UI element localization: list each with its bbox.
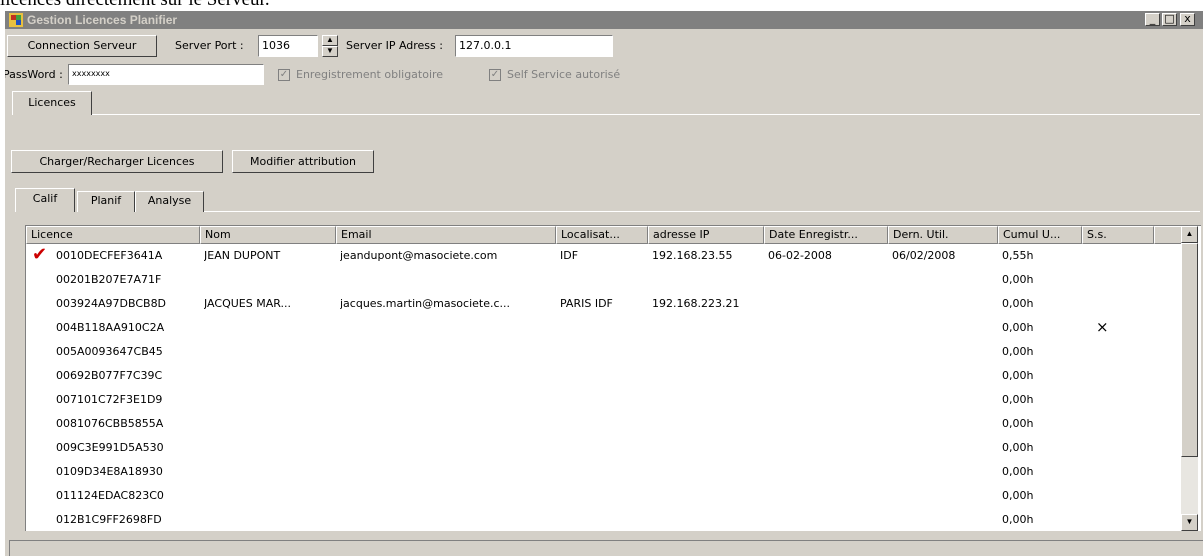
cell-licence: 0109D34E8A18930 [56, 465, 163, 478]
document-text-line: licences directement sur le Serveur. [0, 0, 270, 10]
maximize-button[interactable]: □ [1162, 13, 1177, 26]
tab-planif[interactable]: Planif [77, 191, 135, 212]
table-row[interactable]: 009C3E991D5A530 0,00h [26, 438, 1180, 458]
column-header[interactable]: Email [336, 226, 556, 244]
cell-cumul: 0,00h [1002, 369, 1034, 382]
cell-email: jacques.martin@masociete.c... [340, 297, 511, 310]
cell-ss: × [1096, 318, 1109, 336]
app-icon [9, 13, 23, 27]
password-input[interactable]: xxxxxxxx [68, 64, 264, 85]
password-label: PassWord : [4, 68, 63, 81]
table-row[interactable]: 012B1C9FF2698FD 0,00h [26, 510, 1180, 530]
cell-licence: 005A0093647CB45 [56, 345, 163, 358]
table-row[interactable]: 00692B077F7C39C 0,00h [26, 366, 1180, 386]
window-title: Gestion Licences Planifier [27, 13, 178, 27]
cell-licence: 007101C72F3E1D9 [56, 393, 163, 406]
table-row[interactable]: 004B118AA910C2A 0,00h × [26, 318, 1180, 338]
vertical-scrollbar[interactable]: ▲ ▼ [1181, 226, 1198, 531]
column-header[interactable]: Nom [200, 226, 336, 244]
cell-cumul: 0,00h [1002, 321, 1034, 334]
cell-licence: 012B1C9FF2698FD [56, 513, 162, 526]
column-header[interactable]: Localisat... [556, 226, 648, 244]
table-row[interactable]: 005A0093647CB45 0,00h [26, 342, 1180, 362]
column-header-filler [1154, 226, 1182, 244]
cell-licence: 011124EDAC823C0 [56, 489, 164, 502]
cell-licence: 0010DECFEF3641A [56, 249, 163, 262]
cell-licence: 003924A97DBCB8D [56, 297, 167, 310]
cell-cumul: 0,00h [1002, 345, 1034, 358]
column-header[interactable]: Licence [26, 226, 200, 244]
cell-cumul: 0,00h [1002, 489, 1034, 502]
cell-cumul: 0,55h [1002, 249, 1034, 262]
table-row[interactable]: 0109D34E8A18930 0,00h [26, 462, 1180, 482]
table-row[interactable]: 011124EDAC823C0 0,00h [26, 486, 1180, 506]
spinner-up-icon[interactable]: ▲ [322, 35, 338, 46]
title-bar[interactable]: Gestion Licences Planifier _ □ x [5, 11, 1203, 29]
table-row[interactable]: 0081076CBB5855A 0,00h [26, 414, 1180, 434]
cell-licence: 009C3E991D5A530 [56, 441, 164, 454]
selfservice-checkbox[interactable]: ✓ [489, 69, 501, 81]
cell-nom: JEAN DUPONT [204, 249, 281, 262]
modify-attribution-button[interactable]: Modifier attribution [232, 150, 374, 173]
cell-cumul: 0,00h [1002, 393, 1034, 406]
table-row[interactable]: ✔ 0010DECFEF3641A JEAN DUPONT jeandupont@ma… [26, 244, 1180, 266]
cell-licence: 0081076CBB5855A [56, 417, 164, 430]
close-button[interactable]: x [1180, 13, 1195, 26]
scroll-thumb[interactable] [1181, 243, 1198, 457]
cell-nom: JACQUES MAR... [204, 297, 291, 310]
cell-cumul: 0,00h [1002, 297, 1034, 310]
column-header[interactable]: adresse IP [648, 226, 764, 244]
cell-loc: PARIS IDF [560, 297, 613, 310]
cell-loc: IDF [560, 249, 579, 262]
table-row[interactable]: 00201B207E7A71F 0,00h [26, 270, 1180, 290]
column-header[interactable]: Cumul U... [998, 226, 1082, 244]
port-spinner[interactable]: ▲ ▼ [322, 35, 338, 57]
table-row[interactable]: 003924A97DBCB8D JACQUES MAR... jacques.mar… [26, 294, 1180, 314]
tab-calif[interactable]: Calif [15, 188, 75, 212]
cell-ip: 192.168.223.21 [652, 297, 740, 310]
scroll-up-icon[interactable]: ▲ [1181, 226, 1198, 243]
cell-dern: 06/02/2008 [892, 249, 956, 262]
column-header[interactable]: Dern. Util. [888, 226, 998, 244]
status-bar [9, 540, 1203, 556]
cell-email: jeandupont@masociete.com [340, 249, 498, 262]
column-header[interactable]: S.s. [1082, 226, 1154, 244]
minimize-button[interactable]: _ [1145, 13, 1160, 26]
check-mark-icon: ✔ [32, 244, 48, 265]
load-licences-button[interactable]: Charger/Recharger Licences [11, 150, 223, 173]
cell-cumul: 0,00h [1002, 273, 1034, 286]
cell-date: 06-02-2008 [768, 249, 832, 262]
cell-cumul: 0,00h [1002, 513, 1034, 526]
tab-panel-border [92, 114, 1200, 115]
cell-licence: 00692B077F7C39C [56, 369, 163, 382]
tab-analyse[interactable]: Analyse [135, 191, 204, 212]
cell-licence: 00201B207E7A71F [56, 273, 162, 286]
cell-cumul: 0,00h [1002, 417, 1034, 430]
server-ip-input[interactable]: 127.0.0.1 [455, 35, 613, 57]
connect-server-button[interactable]: Connection Serveur [7, 35, 157, 57]
server-ip-label: Server IP Adress : [346, 39, 443, 52]
server-port-label: Server Port : [175, 39, 244, 52]
cell-licence: 004B118AA910C2A [56, 321, 165, 334]
registration-checkbox[interactable]: ✓ [278, 69, 290, 81]
scroll-down-icon[interactable]: ▼ [1181, 514, 1198, 531]
selfservice-label: Self Service autorisé [507, 68, 621, 81]
licence-table[interactable]: Licence Nom Email Localisat... adresse IP Dat… [25, 225, 1201, 531]
subtab-panel-border [204, 211, 1200, 212]
registration-label: Enregistrement obligatoire [296, 68, 444, 81]
cell-ip: 192.168.23.55 [652, 249, 733, 262]
table-row[interactable]: 007101C72F3E1D9 0,00h [26, 390, 1180, 410]
spinner-down-icon[interactable]: ▼ [322, 46, 338, 57]
app-window: Gestion Licences Planifier _ □ x Connect… [4, 10, 1203, 556]
column-header[interactable]: Date Enregistr... [764, 226, 888, 244]
server-port-input[interactable]: 1036 [258, 35, 318, 57]
tab-licences[interactable]: Licences [12, 91, 92, 115]
cell-cumul: 0,00h [1002, 441, 1034, 454]
cell-cumul: 0,00h [1002, 465, 1034, 478]
